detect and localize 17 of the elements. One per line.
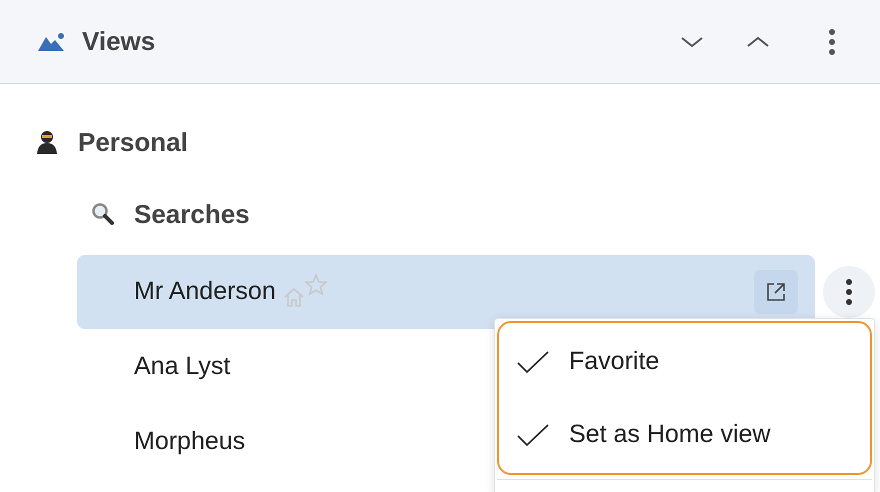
section-title[interactable]: Personal [78, 126, 188, 158]
external-link-icon [766, 282, 786, 302]
panel-title: Views [82, 26, 156, 57]
figure-icon [36, 130, 58, 154]
chevron-up-icon[interactable] [746, 34, 770, 48]
magnifier-icon [91, 202, 115, 226]
chevron-down-icon[interactable] [680, 34, 704, 48]
star-icon[interactable] [304, 272, 328, 296]
mountain-icon [38, 30, 66, 52]
more-button[interactable] [823, 266, 875, 318]
more-icon [845, 278, 853, 306]
view-name: Mr Anderson [134, 277, 276, 306]
view-item[interactable]: Mr Anderson [77, 254, 815, 328]
more-icon[interactable] [828, 28, 836, 56]
menu-item[interactable]: Set as Home view [499, 398, 870, 471]
group-title[interactable]: Searches [134, 198, 250, 230]
open-link-button[interactable] [754, 270, 798, 314]
